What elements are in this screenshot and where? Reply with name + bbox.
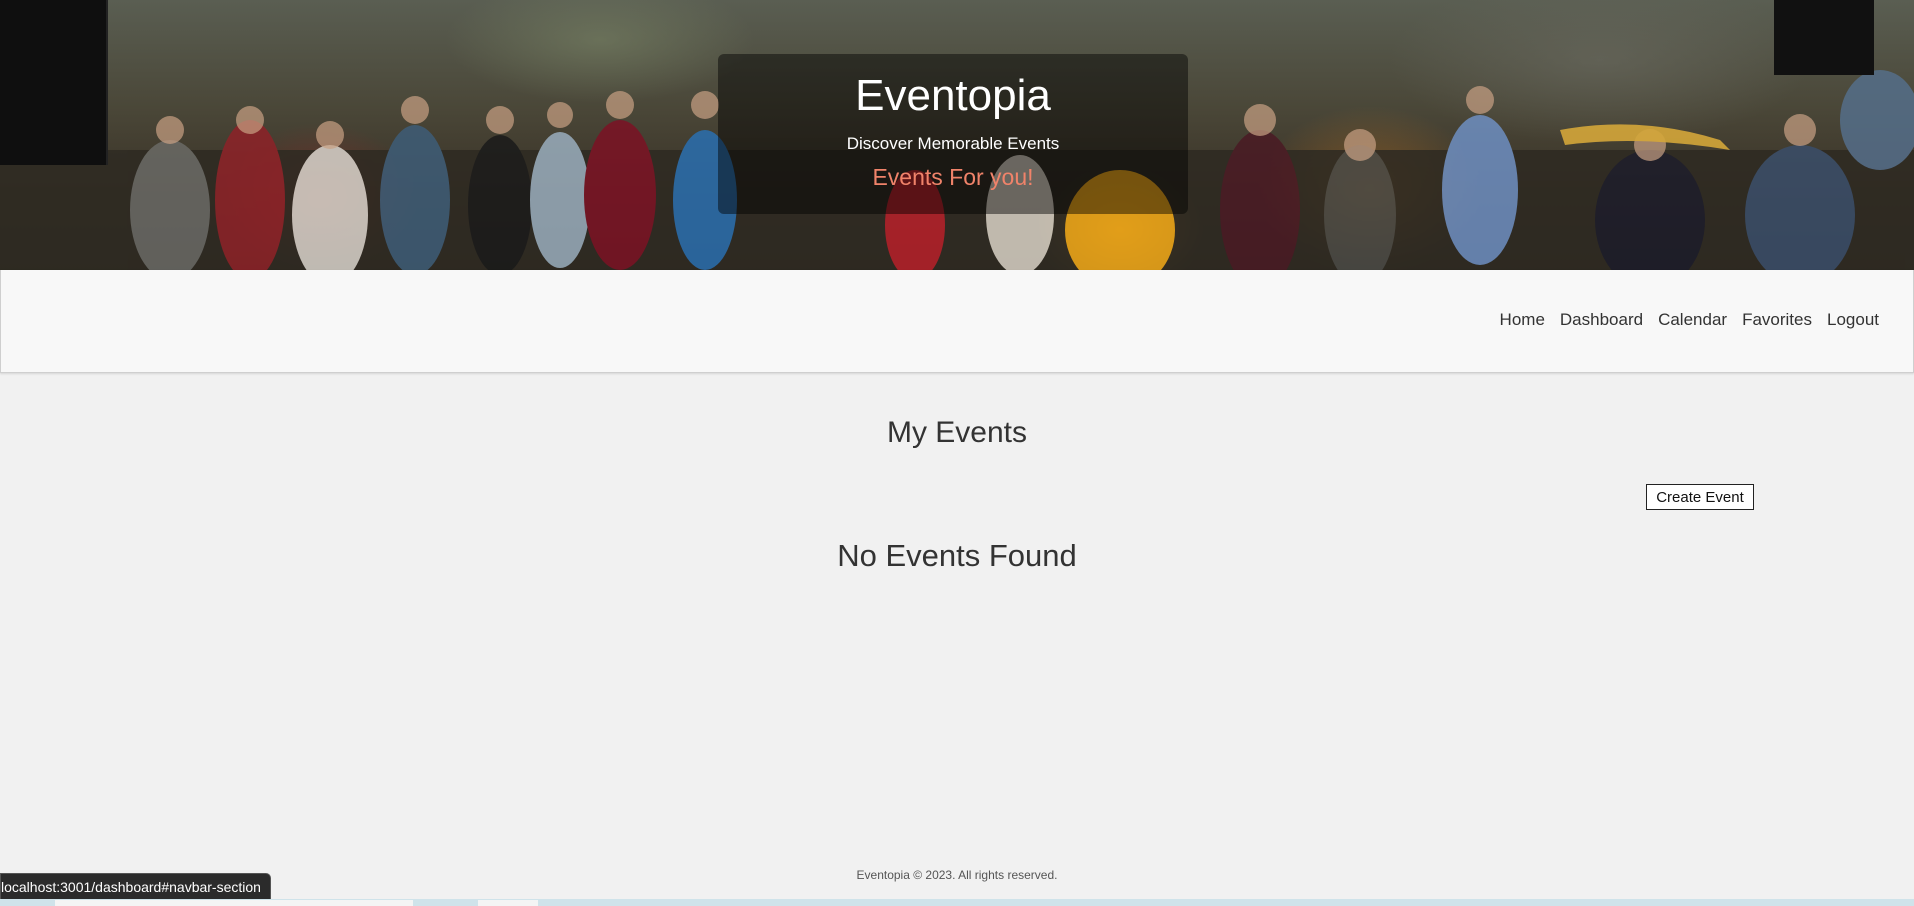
site-tagline: Events For you! [872,164,1034,191]
footer-copyright: Eventopia © 2023. All rights reserved. [856,868,1058,882]
nav-link-home[interactable]: Home [1500,310,1545,330]
navbar: Home Dashboard Calendar Favorites Logout [0,270,1914,373]
taskbar-segment [478,900,538,906]
site-subtitle: Discover Memorable Events [846,134,1060,154]
speaker-left-image [0,0,108,165]
hero-banner: Eventopia Discover Memorable Events Even… [0,0,1914,270]
page-title: My Events [886,416,1028,449]
footer: Eventopia © 2023. All rights reserved. [0,868,1914,882]
taskbar-strip [0,899,1914,906]
nav-link-calendar[interactable]: Calendar [1658,310,1727,330]
site-title: Eventopia [855,71,1051,120]
empty-state-message: No Events Found [837,538,1077,573]
nav-links: Home Dashboard Calendar Favorites Logout [1500,310,1879,330]
browser-status-url: localhost:3001/dashboard#navbar-section [0,873,271,901]
speaker-right-image [1774,0,1874,75]
taskbar-segment [55,900,413,906]
nav-link-logout[interactable]: Logout [1827,310,1879,330]
nav-link-favorites[interactable]: Favorites [1742,310,1812,330]
hero-text-box: Eventopia Discover Memorable Events Even… [718,54,1188,214]
create-event-button[interactable]: Create Event [1646,484,1754,510]
nav-link-dashboard[interactable]: Dashboard [1560,310,1643,330]
